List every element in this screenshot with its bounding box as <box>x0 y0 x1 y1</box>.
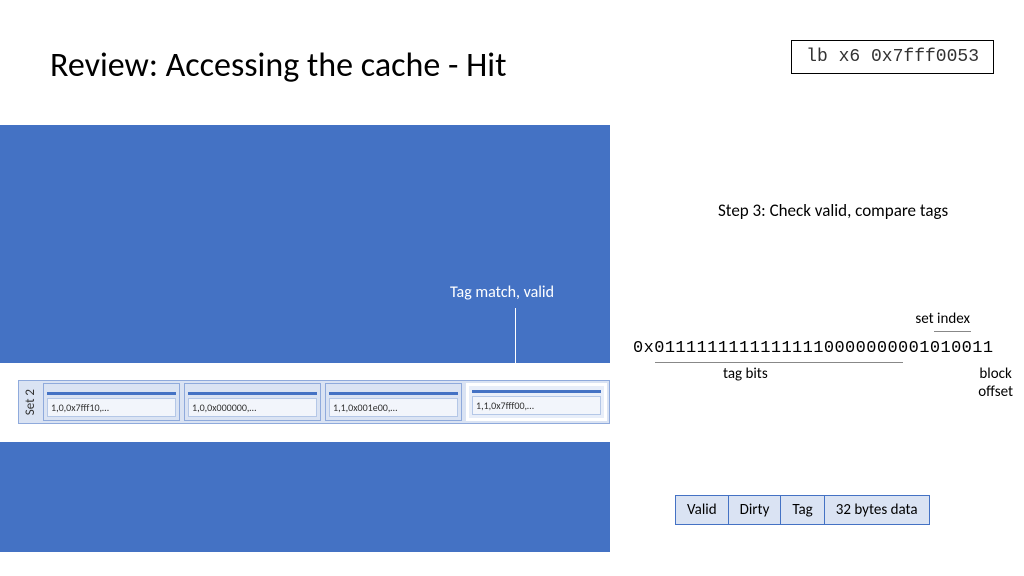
way-bar <box>188 392 317 395</box>
cache-way-2: 1,1,0x001e00,… <box>325 383 462 421</box>
way-bar <box>472 390 601 393</box>
cache-set-row: Set 2 1,0,0x7fff10,… 1,0,0x000000,… 1,1,… <box>18 380 610 424</box>
set-index-underline <box>934 331 971 332</box>
legend-tag: Tag <box>781 496 824 524</box>
set-index-label: set index <box>915 310 970 328</box>
way-content: 1,1,0x001e00,… <box>329 398 458 417</box>
block-offset-label: blockoffset <box>978 365 1013 401</box>
legend-data: 32 bytes data <box>825 496 929 524</box>
cache-line-legend: Valid Dirty Tag 32 bytes data <box>675 495 930 525</box>
step-description: Step 3: Check valid, compare tags <box>718 200 948 221</box>
set-label: Set 2 <box>19 389 41 415</box>
cache-block-below <box>0 442 610 552</box>
address-bits: 0x01111111111111110000000001010011 <box>633 339 993 358</box>
way-content: 1,1,0x7fff00,… <box>472 396 601 415</box>
instruction-code: lb x6 0x7fff0053 <box>791 40 994 74</box>
callout-label: Tag match, valid <box>450 283 554 302</box>
way-bar <box>329 392 458 395</box>
cache-block-above <box>0 125 610 363</box>
way-bar <box>47 392 176 395</box>
tag-bits-label: tag bits <box>723 365 768 383</box>
cache-way-3-hit: 1,1,0x7fff00,… <box>466 383 607 421</box>
tag-underline <box>655 362 903 363</box>
slide-title: Review: Accessing the cache - Hit <box>50 45 506 86</box>
callout-line <box>515 308 516 374</box>
way-content: 1,0,0x7fff10,… <box>47 398 176 417</box>
legend-valid: Valid <box>676 496 729 524</box>
legend-dirty: Dirty <box>729 496 782 524</box>
cache-way-1: 1,0,0x000000,… <box>184 383 321 421</box>
cache-way-0: 1,0,0x7fff10,… <box>43 383 180 421</box>
way-content: 1,0,0x000000,… <box>188 398 317 417</box>
